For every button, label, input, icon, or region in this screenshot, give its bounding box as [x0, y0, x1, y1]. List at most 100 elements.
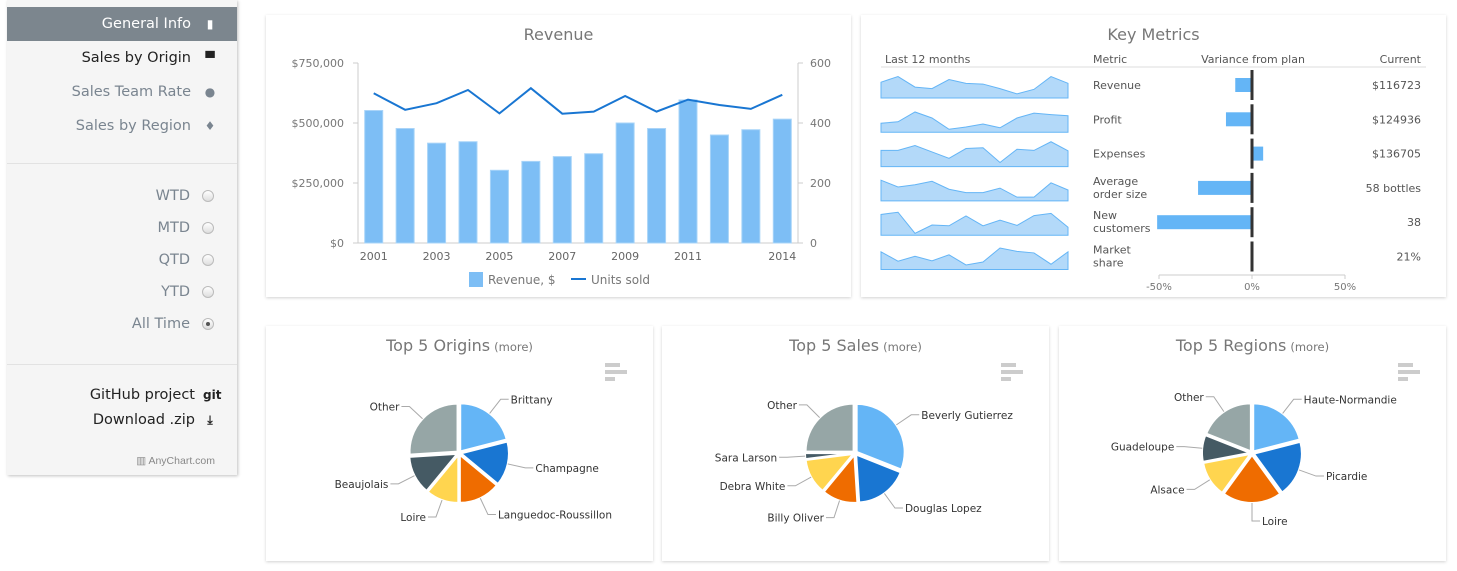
- metric-label: New: [1093, 209, 1117, 222]
- nav-label: General Info: [101, 16, 191, 32]
- x-tick-label: 2011: [674, 250, 702, 263]
- leader-line: [896, 414, 920, 426]
- cart-icon: ▀: [205, 51, 215, 65]
- nav-sales-by-region[interactable]: Sales by Region ♦: [7, 109, 237, 143]
- revenue-bar: [709, 134, 729, 244]
- pie-chart: Beverly Gutierrez Douglas Lopez Billy Oliv…: [715, 400, 1014, 525]
- leader-line: [825, 500, 841, 519]
- leader-line: [1205, 396, 1225, 412]
- key-metrics-card: Key Metrics Last 12 months Metric Variance…: [861, 15, 1446, 297]
- divider: [7, 163, 237, 164]
- revenue-chart: $0 $250,000 $500,000 $750,000 0 200 400 600 2001…: [292, 57, 831, 287]
- period-wtd[interactable]: WTD: [7, 185, 237, 207]
- metric-label: Average: [1093, 175, 1138, 188]
- revenue-bar: [395, 128, 415, 244]
- metric-label: Revenue: [1093, 79, 1141, 92]
- leader-line: [390, 475, 415, 485]
- current-value: $124936: [1372, 113, 1421, 126]
- y2-tick-label: 0: [810, 237, 817, 250]
- sidebar: General Info ▮ Sales by Origin ▀ Sales Tea…: [7, 0, 237, 475]
- slice-label: Brittany: [511, 394, 553, 406]
- key-metrics-table: Last 12 months Metric Variance from plan Cu…: [880, 53, 1426, 293]
- revenue-bar: [584, 153, 604, 244]
- nav-general-info[interactable]: General Info ▮: [7, 7, 237, 41]
- y-tick-label: $250,000: [292, 177, 345, 190]
- metric-label: order size: [1093, 188, 1147, 201]
- leader-line: [1176, 446, 1203, 449]
- download-icon: ⤓: [207, 412, 213, 427]
- radio-button[interactable]: [202, 286, 214, 298]
- period-ytd[interactable]: YTD: [7, 281, 237, 303]
- anychart-link[interactable]: ▥ AnyChart.com: [136, 455, 215, 467]
- radio-button[interactable]: [202, 254, 214, 266]
- revenue-bar: [458, 141, 478, 244]
- sparkline: [880, 247, 1069, 270]
- y-tick-label: $500,000: [292, 117, 345, 130]
- sparkline: [880, 179, 1069, 202]
- pie-chart: Haute-Normandie Picardie Loire Alsace Guadel…: [1111, 392, 1397, 528]
- period-all-time[interactable]: All Time: [7, 313, 237, 335]
- x-tick-label: 2009: [611, 250, 639, 263]
- user-icon: ●: [204, 85, 216, 99]
- leader-line: [401, 405, 423, 420]
- current-value: 58 bottles: [1366, 182, 1422, 195]
- pie-chart: Brittany Champagne Languedoc-Roussillon Loi…: [335, 394, 612, 524]
- radio-button[interactable]: [202, 318, 214, 330]
- revenue-bar: [615, 122, 635, 244]
- slice-label: Debra White: [720, 481, 786, 493]
- variance-bar: [1252, 146, 1264, 161]
- radio-button[interactable]: [202, 222, 214, 234]
- slice-label: Haute-Normandie: [1304, 394, 1397, 406]
- revenue-bar: [489, 169, 509, 244]
- legend-units-label: Units sold: [591, 273, 650, 287]
- period-qtd[interactable]: QTD: [7, 249, 237, 271]
- leader-line: [787, 476, 812, 487]
- units-sold-line: [373, 86, 783, 115]
- current-value: $136705: [1372, 148, 1421, 161]
- leader-line: [779, 455, 806, 458]
- column-header: Current: [1380, 53, 1422, 66]
- radio-button[interactable]: [202, 190, 214, 202]
- download-link[interactable]: Download .zip ⤓: [7, 409, 237, 431]
- leader-line: [1282, 398, 1302, 414]
- y-tick-label: $750,000: [292, 57, 345, 70]
- y2-tick-label: 600: [810, 57, 831, 70]
- nav-sales-team-rate[interactable]: Sales Team Rate ●: [7, 75, 237, 109]
- variance-bar: [1235, 78, 1252, 92]
- y-tick-label: $0: [330, 237, 344, 250]
- slice-label: Picardie: [1326, 471, 1367, 483]
- legend-revenue-label: Revenue, $: [488, 273, 556, 287]
- metric-label: Market: [1093, 244, 1131, 257]
- x-tick-label: 2007: [548, 250, 576, 263]
- current-value: 21%: [1397, 251, 1421, 264]
- sparkline: [880, 75, 1069, 99]
- nav-sales-by-origin[interactable]: Sales by Origin ▀: [7, 41, 237, 75]
- column-header: Last 12 months: [885, 53, 971, 66]
- slice-label: Champagne: [535, 463, 599, 475]
- github-link[interactable]: GitHub project git: [7, 384, 237, 406]
- legend-revenue-swatch: [469, 272, 483, 287]
- leader-line: [1251, 503, 1260, 522]
- slice-label: Beverly Gutierrez: [921, 410, 1013, 422]
- current-value: $116723: [1372, 79, 1421, 92]
- slice-label: Loire: [1262, 516, 1288, 528]
- leader-line: [489, 398, 509, 414]
- nav-label: Sales by Origin: [81, 50, 191, 66]
- chart-logo-icon: ▥: [136, 455, 149, 467]
- y2-tick-label: 400: [810, 117, 831, 130]
- revenue-bar: [741, 129, 761, 244]
- revenue-bar: [647, 128, 667, 244]
- revenue-bar: [772, 118, 792, 244]
- leader-line: [883, 493, 903, 509]
- revenue-bar: [678, 99, 698, 244]
- radio-label: MTD: [157, 220, 190, 236]
- link-label: GitHub project: [89, 387, 195, 403]
- slice-label: Other: [767, 400, 797, 412]
- metric-label: Expenses: [1093, 148, 1146, 161]
- current-value: 38: [1407, 216, 1421, 229]
- period-mtd[interactable]: MTD: [7, 217, 237, 239]
- revenue-bar: [552, 156, 572, 244]
- slice-label: Loire: [400, 512, 426, 524]
- slice-label: Languedoc-Roussillon: [498, 510, 612, 522]
- sparkline: [880, 141, 1069, 168]
